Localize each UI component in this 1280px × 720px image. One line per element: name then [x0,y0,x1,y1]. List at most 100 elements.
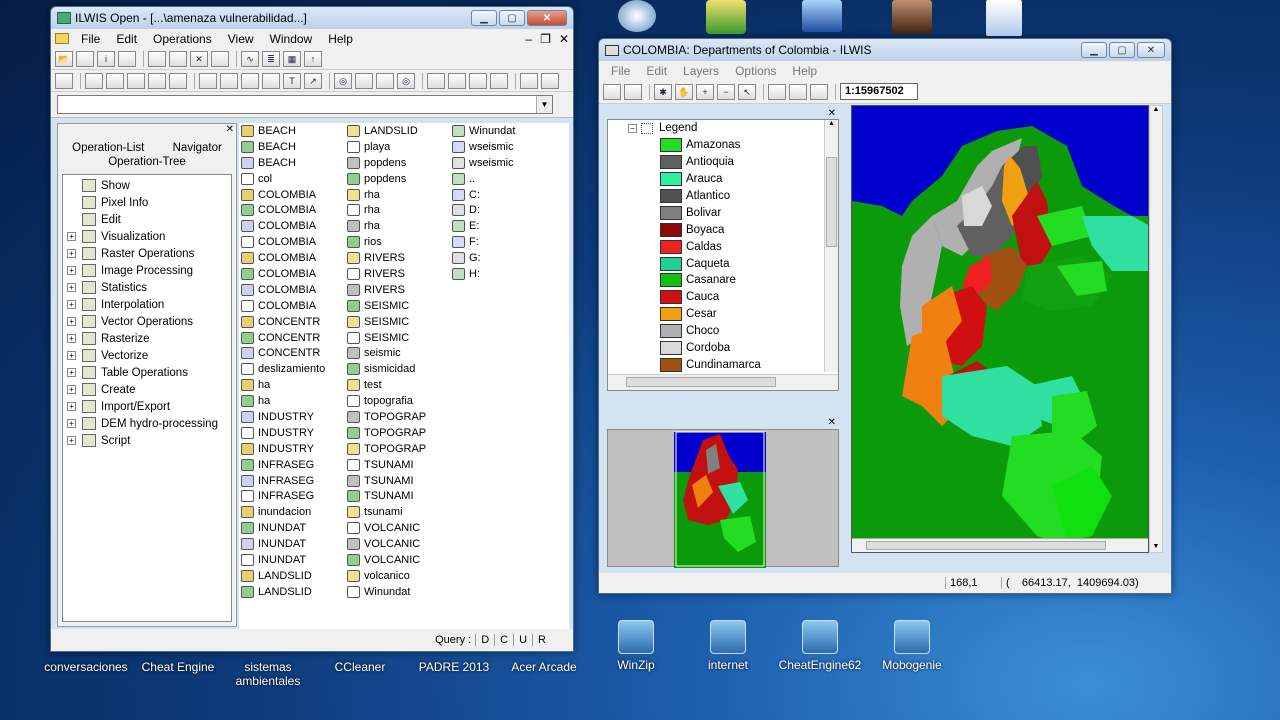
up-folder-icon[interactable]: ↑ [304,50,322,67]
details-icon[interactable]: ▦ [283,50,301,67]
catalog-item[interactable]: Winundat [452,123,515,139]
map-vscrollbar[interactable]: ▲ ▼ [1149,105,1163,553]
domain-icon[interactable] [241,72,259,89]
tree-item[interactable]: + Rasterize [67,330,227,347]
catalog-item[interactable]: CONCENTR [241,330,325,346]
expand-icon[interactable]: + [67,334,76,343]
desktop-shortcut[interactable]: sistemas ambientales [218,660,318,688]
tab-navigator[interactable]: Navigator [173,142,222,154]
georef-icon[interactable] [262,72,280,89]
catalog-item[interactable]: SEISMIC [347,314,426,330]
map-view[interactable] [851,105,1149,553]
segment-map-icon[interactable] [127,72,145,89]
catalog-item[interactable]: sismicidad [347,361,426,377]
catalog-item[interactable]: TSUNAMI [347,457,426,473]
catalog-item[interactable]: H: [452,266,515,282]
copy-icon[interactable] [148,50,166,67]
catalog-item[interactable]: INDUSTRY [241,441,325,457]
tool-a-icon[interactable] [520,72,538,89]
expand-icon[interactable]: + [67,436,76,445]
legend-item[interactable]: Arauca [608,171,838,188]
expand-icon[interactable]: + [67,232,76,241]
catalog-item[interactable]: VOLCANIC [347,520,426,536]
dem-icon[interactable] [427,72,445,89]
zoom-out-icon[interactable]: − [717,83,735,100]
tree-item[interactable]: + Raster Operations [67,245,227,262]
pin-icon[interactable]: ✱ [654,83,672,100]
menu-window[interactable]: Window [262,32,321,46]
catalog-item[interactable]: COLOMBIA [241,202,325,218]
catalog-item[interactable]: INFRASEG [241,488,325,504]
legend-item[interactable]: Cordoba [608,340,838,357]
legend-item[interactable]: Caqueta [608,255,838,272]
catalog-item[interactable]: INDUSTRY [241,409,325,425]
catalog-item[interactable]: BEACH [241,123,325,139]
map-view-icon[interactable] [199,72,217,89]
catalog-item[interactable]: playa [347,139,426,155]
catalog-item[interactable]: BEACH [241,139,325,155]
main-titlebar[interactable]: ILWIS Open - [...\amenaza vulnerabilidad… [51,7,573,29]
text-icon[interactable]: T [283,72,301,89]
catalog-item[interactable]: col [241,171,325,187]
legend-item[interactable]: Bolivar [608,204,838,221]
catalog-item[interactable]: D: [452,202,515,218]
network-icon[interactable]: ◎ [397,72,415,89]
legend-close-icon[interactable]: ✕ [828,108,836,119]
entire-map-icon[interactable] [603,83,621,100]
map-menu-layers[interactable]: Layers [675,64,727,78]
catalog-item[interactable]: popdens [347,171,426,187]
catalog-item[interactable]: C: [452,187,515,203]
catalog-item[interactable]: E: [452,218,515,234]
globe-icon[interactable]: ◎ [334,72,352,89]
desktop-shortcut[interactable]: conversaciones [36,660,136,674]
expand-icon[interactable]: + [67,385,76,394]
point-map-icon[interactable] [148,72,166,89]
catalog-item[interactable]: TSUNAMI [347,488,426,504]
catalog-item[interactable]: rha [347,187,426,203]
tree-item[interactable]: + Vectorize [67,347,227,364]
catalog-item[interactable]: CONCENTR [241,314,325,330]
tool-b-icon[interactable] [541,72,559,89]
catalog-item[interactable]: INFRASEG [241,457,325,473]
expand-icon[interactable]: + [67,300,76,309]
query-u-button[interactable]: U [513,634,532,646]
catalog-item[interactable]: .. [452,171,515,187]
catalog-item[interactable]: SEISMIC [347,330,426,346]
tree-item[interactable]: + Interpolation [67,296,227,313]
menu-operations[interactable]: Operations [145,32,220,46]
tree-collapse-icon[interactable]: − [628,123,637,133]
list-icon[interactable]: ≣ [262,50,280,67]
catalog-item[interactable]: RIVERS [347,250,426,266]
catalog-item[interactable]: BEACH [241,155,325,171]
legend-item[interactable]: Cundinamarca [608,356,838,373]
tree-item[interactable]: + Image Processing [67,262,227,279]
desktop-icon-top-3[interactable] [802,0,842,32]
catalog-item[interactable]: deslizamiento [241,361,325,377]
desktop-shortcut[interactable]: CCleaner [310,660,410,674]
hydro-icon[interactable] [490,72,508,89]
desktop-shortcut[interactable]: PADRE 2013 [404,660,504,674]
catalog-item[interactable]: tsunami [347,504,426,520]
legend-item[interactable]: Boyaca [608,221,838,238]
catalog-item[interactable]: ha [241,377,325,393]
expand-icon[interactable]: + [67,317,76,326]
desktop-shortcut[interactable]: CheatEngine62 [770,620,870,672]
catalog-icon[interactable] [76,50,94,67]
desktop-shortcut[interactable]: internet [678,620,778,672]
legend-hscrollbar[interactable] [608,374,838,390]
catalog-item[interactable]: RIVERS [347,282,426,298]
zoom-in-icon[interactable]: + [696,83,714,100]
catalog-item[interactable]: INDUSTRY [241,425,325,441]
query-c-button[interactable]: C [494,634,513,646]
legend-item[interactable]: Cauca [608,289,838,306]
map-close-button[interactable]: ✕ [1137,42,1165,58]
map-menu-edit[interactable]: Edit [638,64,675,78]
minimize-button[interactable]: ▁ [471,10,497,26]
catalog-item[interactable]: wseismic [452,155,515,171]
query-d-button[interactable]: D [475,634,494,646]
expand-icon[interactable]: + [67,283,76,292]
legend-item[interactable]: Cesar [608,306,838,323]
tree-item[interactable]: + Import/Export [67,398,227,415]
catalog-item[interactable]: TOPOGRAP [347,409,426,425]
overview-map[interactable] [608,430,840,568]
